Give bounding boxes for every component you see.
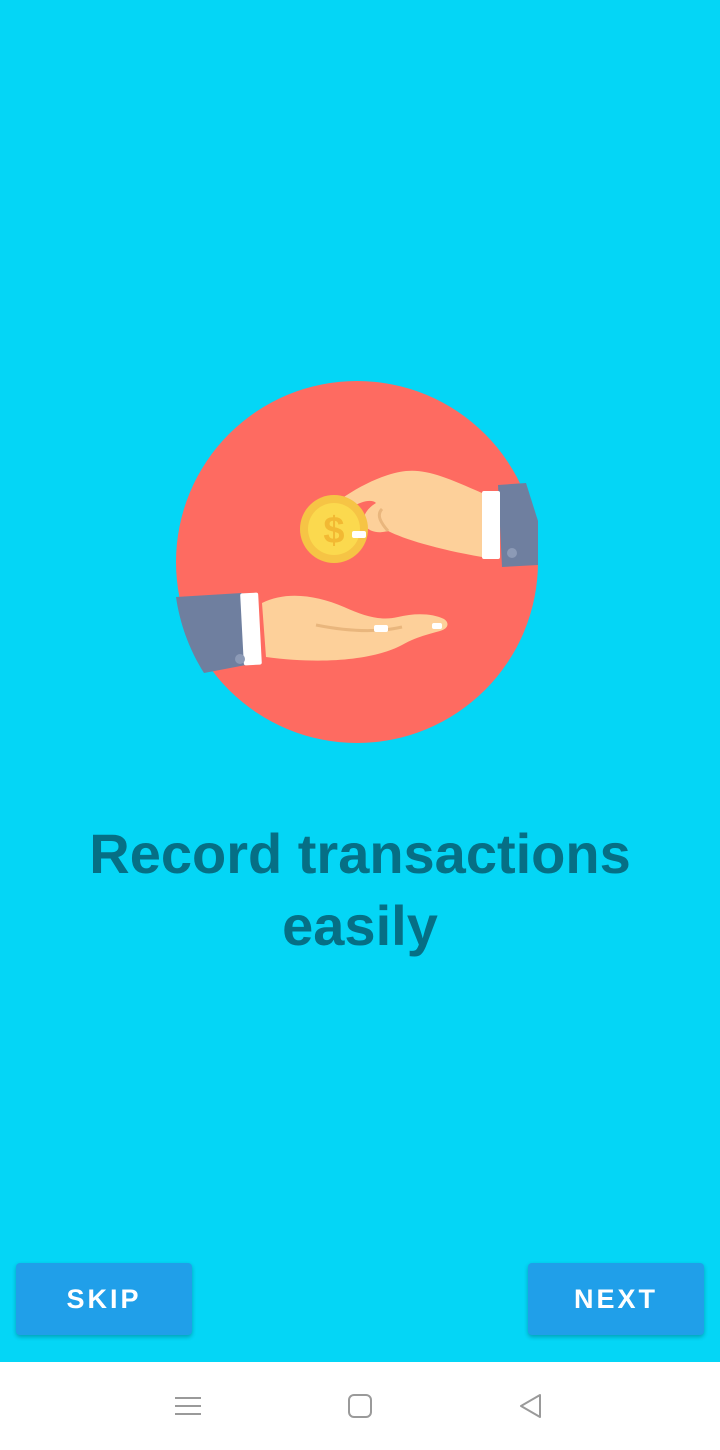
skip-button[interactable]: SKIP: [16, 1263, 192, 1335]
onboarding-screen: $ Record transactions easily SKIP NEXT: [0, 0, 720, 1450]
onboarding-slide: $ Record transactions easily SKIP NEXT: [0, 0, 720, 1362]
svg-text:$: $: [323, 510, 344, 552]
menu-icon[interactable]: [168, 1386, 208, 1426]
system-navigation-bar: [0, 1362, 720, 1450]
back-icon[interactable]: [510, 1386, 550, 1426]
onboarding-headline: Record transactions easily: [89, 822, 631, 957]
hand-giving-coin-illustration: $: [176, 381, 538, 743]
home-icon[interactable]: [340, 1386, 380, 1426]
next-button[interactable]: NEXT: [528, 1263, 704, 1335]
